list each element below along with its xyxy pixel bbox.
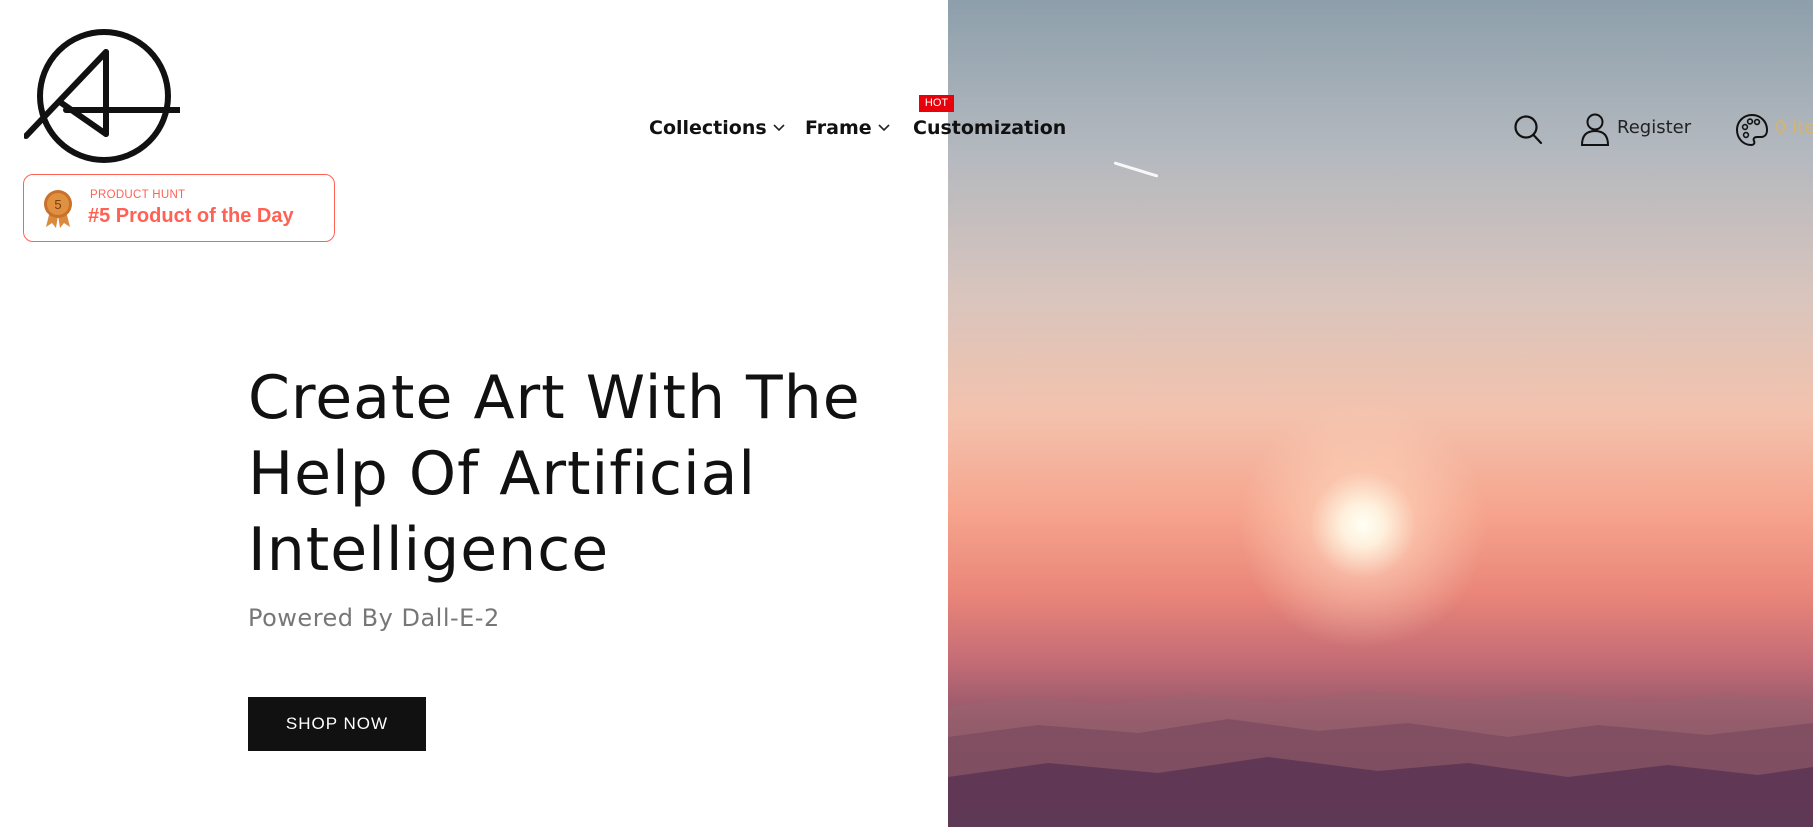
contrail-streak bbox=[1113, 161, 1159, 178]
palette-icon[interactable] bbox=[1735, 113, 1769, 147]
nav-collections[interactable]: Collections bbox=[649, 117, 785, 139]
sun-glow bbox=[1238, 400, 1488, 650]
cart-count[interactable]: 0 ite bbox=[1775, 117, 1813, 138]
product-of-day-label: #5 Product of the Day bbox=[88, 205, 294, 227]
product-hunt-badge[interactable]: 5 PRODUCT HUNT #5 Product of the Day bbox=[23, 174, 335, 242]
nav-frame[interactable]: Frame bbox=[805, 117, 890, 139]
product-hunt-label: PRODUCT HUNT bbox=[90, 189, 186, 201]
hero-title: Create Art With The Help Of Artificial I… bbox=[248, 363, 861, 585]
search-icon[interactable] bbox=[1513, 114, 1543, 146]
chevron-down-icon bbox=[773, 124, 785, 132]
register-link[interactable]: Register bbox=[1617, 117, 1691, 138]
hero-subtitle: Powered By Dall-E-2 bbox=[248, 604, 500, 632]
user-icon[interactable] bbox=[1580, 112, 1610, 146]
medal-icon: 5 bbox=[44, 190, 72, 228]
nav-customization[interactable]: Customization bbox=[913, 117, 1066, 139]
nav-customization-label: Customization bbox=[913, 117, 1067, 139]
shop-now-button[interactable]: SHOP NOW bbox=[248, 697, 426, 751]
chevron-down-icon bbox=[878, 124, 890, 132]
ai-circle-logo-icon[interactable] bbox=[24, 28, 180, 164]
nav-collections-label: Collections bbox=[649, 117, 767, 139]
mountain-silhouettes bbox=[948, 691, 1813, 827]
hot-badge: HOT bbox=[919, 95, 954, 112]
medal-rank: 5 bbox=[54, 197, 61, 212]
nav-frame-label: Frame bbox=[805, 117, 872, 139]
